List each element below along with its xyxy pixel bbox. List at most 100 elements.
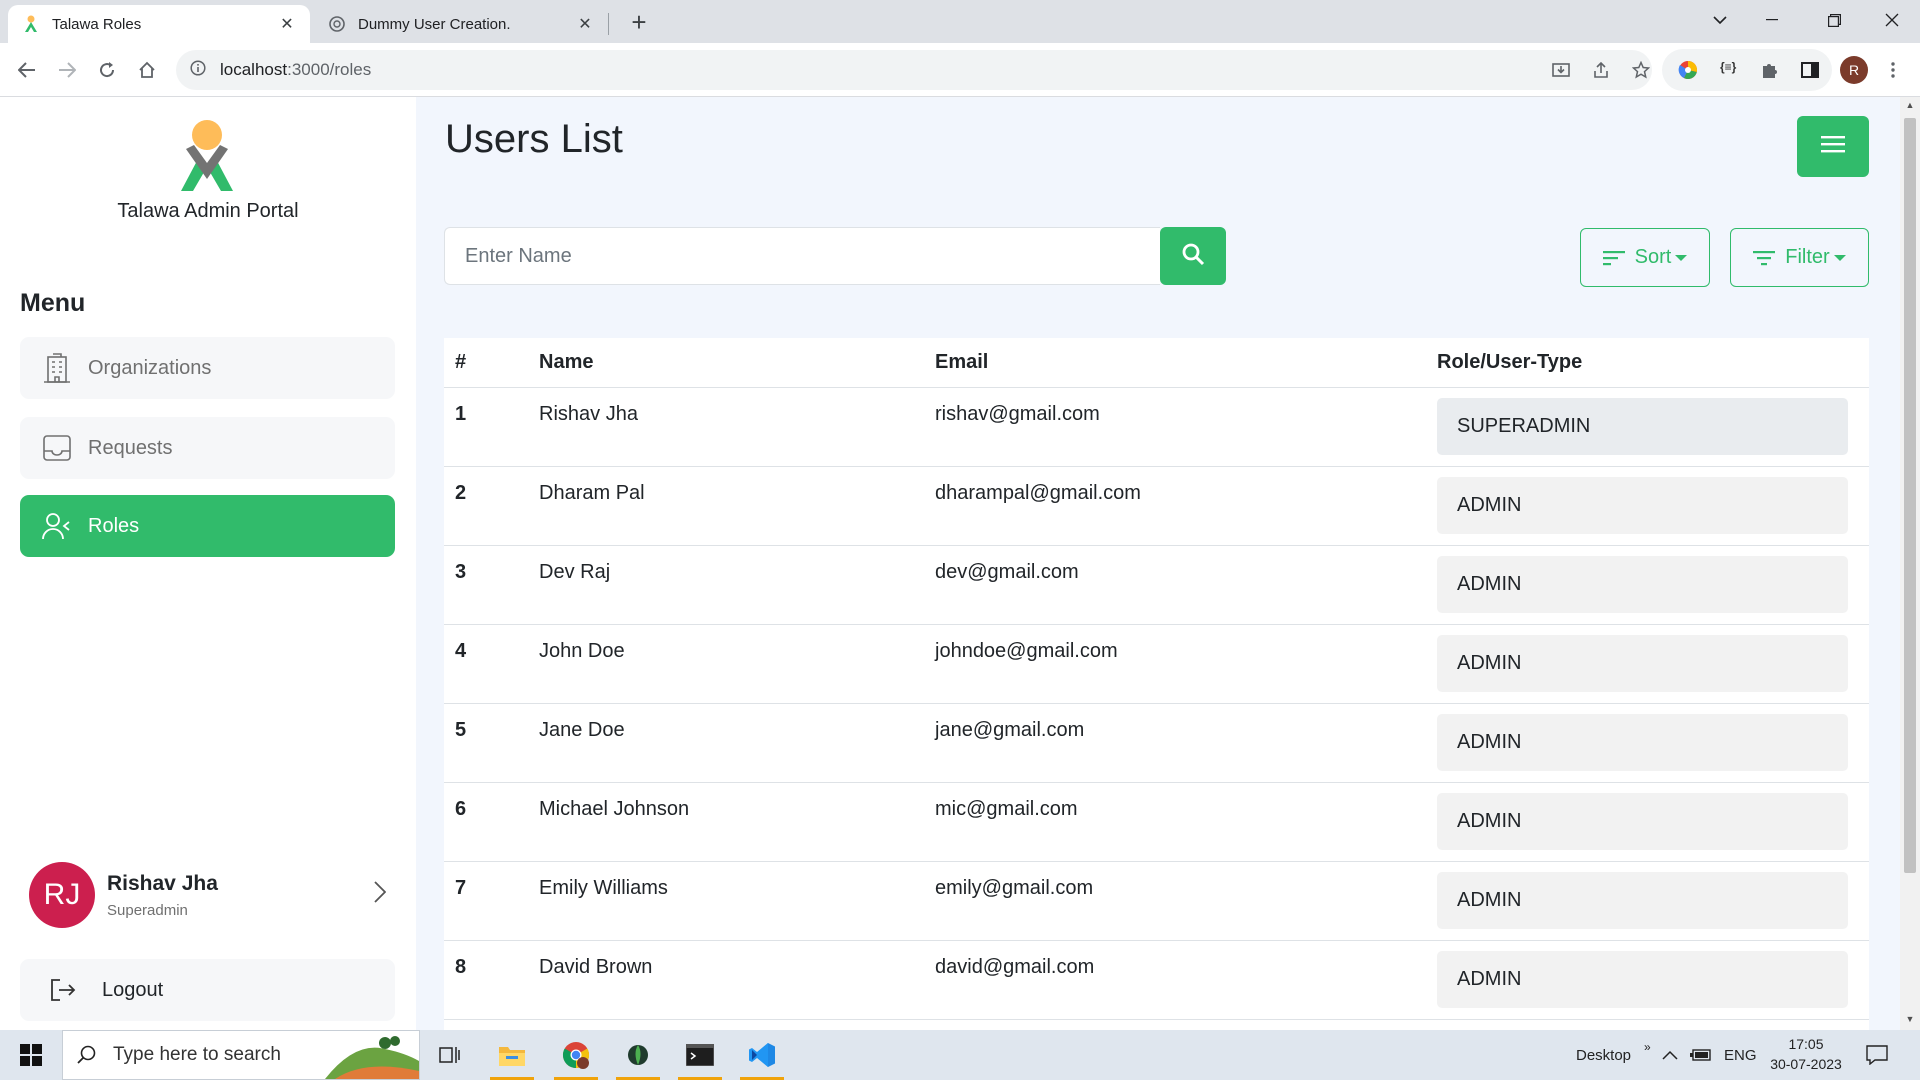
row-index: 4 <box>455 640 467 662</box>
extensions-area: {≡} <box>1662 49 1832 91</box>
role-select[interactable]: ADMIN <box>1437 872 1848 929</box>
row-email: mic@gmail.com <box>935 798 1078 820</box>
sidebar-item-label: Organizations <box>88 356 212 379</box>
avatar: RJ <box>29 862 95 928</box>
search-icon <box>77 1045 97 1065</box>
row-name: Rishav Jha <box>539 403 638 425</box>
table-row: 1 Rishav Jha rishav@gmail.com SUPERADMIN <box>444 388 1869 467</box>
profile-avatar[interactable]: R <box>1840 56 1868 84</box>
desktop-toolbar-label[interactable]: Desktop <box>1576 1030 1631 1080</box>
row-name: Michael Johnson <box>539 798 690 820</box>
battery-icon[interactable] <box>1690 1030 1712 1080</box>
back-arrow-icon[interactable] <box>12 55 42 85</box>
scrollbar-thumb[interactable] <box>1904 118 1916 873</box>
menu-toggle-button[interactable] <box>1797 116 1869 177</box>
row-index: 8 <box>455 956 467 978</box>
show-hidden-icons-chevron-icon[interactable] <box>1662 1030 1678 1080</box>
forward-arrow-icon[interactable] <box>52 55 82 85</box>
json-formatter-extension-icon[interactable]: {≡} <box>1720 60 1736 74</box>
sidebar-item-label: Requests <box>88 436 173 459</box>
browser-tab-talawa-roles[interactable]: Talawa Roles ✕ <box>8 5 310 43</box>
system-clock[interactable]: 17:05 30-07-2023 <box>1766 1034 1846 1074</box>
close-window-icon[interactable] <box>1866 0 1918 40</box>
sidebar-item-requests[interactable]: Requests <box>20 417 395 479</box>
tab-search-chevron-icon[interactable] <box>1694 0 1746 40</box>
minimize-window-icon[interactable] <box>1746 0 1798 40</box>
scroll-down-arrow-icon[interactable]: ▼ <box>1904 1014 1916 1024</box>
role-select[interactable]: ADMIN <box>1437 793 1848 850</box>
file-explorer-icon[interactable] <box>486 1030 538 1080</box>
windows-start-icon[interactable] <box>0 1030 62 1080</box>
install-app-icon[interactable] <box>1546 55 1576 85</box>
row-email: dharampal@gmail.com <box>935 482 1141 504</box>
restore-window-icon[interactable] <box>1808 0 1860 40</box>
chatgpt-favicon-icon <box>328 15 346 33</box>
mongodb-compass-icon[interactable] <box>612 1030 664 1080</box>
table-row: 7 Emily Williams emily@gmail.com ADMIN <box>444 862 1869 941</box>
vscode-icon[interactable] <box>736 1030 788 1080</box>
url-host: localhost <box>220 60 288 79</box>
share-icon[interactable] <box>1586 55 1616 85</box>
user-role: Superadmin <box>107 901 188 919</box>
close-tab-icon[interactable]: ✕ <box>278 14 296 34</box>
scroll-up-arrow-icon[interactable]: ▲ <box>1904 100 1916 110</box>
new-tab-button[interactable]: + <box>624 8 654 38</box>
sort-icon <box>1602 249 1627 267</box>
browser-tab-dummy-user[interactable]: Dummy User Creation. ✕ <box>314 5 608 43</box>
search-input[interactable] <box>444 227 1160 285</box>
bookmark-star-icon[interactable] <box>1626 55 1656 85</box>
role-select[interactable]: ADMIN <box>1437 951 1848 1008</box>
browser-menu-kebab-icon[interactable] <box>1878 55 1908 85</box>
row-index: 1 <box>455 403 467 425</box>
clock-date: 30-07-2023 <box>1770 1056 1842 1072</box>
language-indicator[interactable]: ENG <box>1724 1030 1757 1080</box>
task-view-icon[interactable] <box>424 1030 476 1080</box>
row-name: Dev Raj <box>539 561 611 583</box>
row-index: 2 <box>455 482 467 504</box>
notifications-icon[interactable] <box>1866 1030 1888 1080</box>
taskbar-search-box[interactable]: Type here to search <box>62 1030 420 1080</box>
url-text: localhost:3000/roles <box>220 60 371 80</box>
role-select[interactable]: ADMIN <box>1437 714 1848 771</box>
search-button[interactable] <box>1160 227 1226 285</box>
toolbar-expand-icon[interactable]: » <box>1644 1022 1651 1072</box>
home-icon[interactable] <box>132 55 162 85</box>
role-select[interactable]: ADMIN <box>1437 556 1848 613</box>
role-select[interactable]: SUPERADMIN <box>1437 398 1848 455</box>
page-content: Talawa Admin Portal Menu Organizations R… <box>0 97 1900 1030</box>
filter-icon <box>1753 249 1777 267</box>
reload-icon[interactable] <box>92 55 122 85</box>
site-info-icon[interactable] <box>190 59 206 81</box>
page-title: Users List <box>445 117 623 161</box>
row-email: rishav@gmail.com <box>935 403 1100 425</box>
inbox-icon <box>42 433 72 463</box>
column-header-name: Name <box>539 351 594 373</box>
role-select[interactable]: ADMIN <box>1437 635 1848 692</box>
sidebar-item-roles[interactable]: Roles <box>20 495 395 557</box>
sort-dropdown-button[interactable]: Sort <box>1580 228 1710 287</box>
role-select[interactable]: ADMIN <box>1437 477 1848 534</box>
side-panel-icon[interactable] <box>1800 60 1820 85</box>
chevron-right-icon[interactable] <box>365 880 395 910</box>
row-name: John Doe <box>539 640 625 662</box>
row-name: Jane Doe <box>539 719 625 741</box>
chrome-icon[interactable] <box>550 1030 602 1080</box>
terminal-icon[interactable] <box>674 1030 726 1080</box>
row-email: johndoe@gmail.com <box>935 640 1118 662</box>
color-picker-extension-icon[interactable] <box>1678 60 1698 85</box>
table-row: 4 John Doe johndoe@gmail.com ADMIN <box>444 625 1869 704</box>
extensions-puzzle-icon[interactable] <box>1760 60 1780 85</box>
menu-title: Menu <box>20 289 86 317</box>
close-tab-icon[interactable]: ✕ <box>576 14 594 34</box>
sidebar-item-organizations[interactable]: Organizations <box>20 337 395 399</box>
address-bar[interactable]: localhost:3000/roles <box>176 50 1652 90</box>
row-email: david@gmail.com <box>935 956 1095 978</box>
filter-dropdown-button[interactable]: Filter <box>1730 228 1869 287</box>
windows-taskbar: Type here to search Desktop » ENG 17:05 … <box>0 1030 1920 1080</box>
user-profile-card[interactable]: RJ Rishav Jha Superadmin <box>20 855 395 935</box>
talawa-logo-icon <box>176 119 238 191</box>
taskbar-search-placeholder: Type here to search <box>113 1044 281 1065</box>
logout-button[interactable]: Logout <box>20 959 395 1021</box>
sort-label: Sort <box>1634 246 1672 268</box>
table-row: 5 Jane Doe jane@gmail.com ADMIN <box>444 704 1869 783</box>
